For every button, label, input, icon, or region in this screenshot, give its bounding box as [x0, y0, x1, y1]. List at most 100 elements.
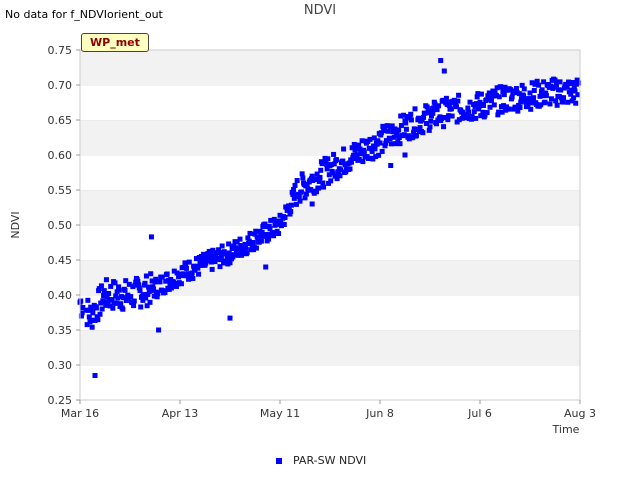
- data-point: [408, 117, 414, 123]
- data-point: [157, 279, 163, 285]
- x-tick-label: Apr 13: [162, 407, 199, 420]
- data-point: [110, 305, 116, 311]
- data-point: [298, 189, 304, 195]
- data-point: [116, 287, 122, 293]
- data-point: [183, 265, 189, 271]
- y-tick-label: 0.70: [48, 79, 73, 92]
- data-point: [441, 68, 447, 74]
- data-point: [430, 110, 436, 116]
- data-point: [131, 303, 137, 309]
- data-point: [372, 146, 378, 152]
- data-point: [122, 287, 128, 293]
- data-point: [281, 221, 287, 227]
- data-point: [521, 93, 527, 99]
- grid-band: [80, 365, 580, 400]
- data-point: [333, 157, 339, 163]
- data-point: [90, 310, 96, 316]
- data-point: [403, 126, 409, 132]
- data-point: [294, 178, 300, 184]
- data-point: [420, 130, 426, 136]
- data-point: [554, 102, 560, 108]
- x-tick-label: Mar 16: [61, 407, 99, 420]
- y-tick-label: 0.50: [48, 219, 73, 232]
- y-tick-label: 0.55: [48, 184, 73, 197]
- data-point: [388, 141, 394, 147]
- data-point: [209, 266, 215, 272]
- data-point: [496, 94, 502, 100]
- y-tick-label: 0.30: [48, 359, 73, 372]
- y-tick-label: 0.75: [48, 44, 73, 57]
- data-point: [247, 230, 253, 236]
- data-point: [271, 233, 277, 239]
- data-point: [402, 152, 408, 158]
- data-point: [438, 58, 444, 63]
- data-point: [484, 110, 490, 116]
- data-point: [501, 92, 507, 98]
- y-tick-label: 0.40: [48, 289, 73, 302]
- x-tick-label: Aug 3: [564, 407, 596, 420]
- x-axis-label: Time: [552, 423, 580, 436]
- data-point: [263, 264, 269, 270]
- data-point: [120, 306, 126, 312]
- data-point: [164, 271, 170, 277]
- data-point: [348, 159, 354, 165]
- data-point: [300, 175, 306, 181]
- data-point: [89, 324, 95, 330]
- data-point: [190, 275, 196, 281]
- data-point: [106, 291, 112, 297]
- data-point: [316, 185, 322, 191]
- x-tick-label: Jul 6: [467, 407, 492, 420]
- data-point: [547, 101, 553, 107]
- data-point: [473, 115, 479, 121]
- data-point: [196, 271, 202, 277]
- data-point: [309, 201, 315, 207]
- data-point: [387, 136, 393, 142]
- data-point: [325, 156, 331, 162]
- data-point: [95, 317, 101, 323]
- data-point: [101, 288, 107, 294]
- data-point: [103, 277, 109, 283]
- data-point: [266, 236, 272, 242]
- data-point: [138, 304, 144, 310]
- data-point: [548, 96, 554, 102]
- data-point: [258, 238, 264, 244]
- data-point: [552, 77, 558, 83]
- data-point: [424, 104, 430, 110]
- data-point: [148, 234, 154, 240]
- data-point: [253, 228, 259, 234]
- data-point: [317, 174, 323, 180]
- data-point: [337, 173, 343, 179]
- data-point: [412, 106, 418, 112]
- y-tick-label: 0.60: [48, 149, 73, 162]
- grid-band: [80, 120, 580, 155]
- data-point: [388, 163, 394, 168]
- data-point: [148, 271, 154, 277]
- data-point: [428, 118, 434, 124]
- data-point: [565, 99, 571, 105]
- data-point: [481, 102, 487, 108]
- y-axis-label: NDVI: [9, 211, 22, 238]
- x-tick-label: Jun 8: [365, 407, 394, 420]
- data-point: [328, 178, 334, 184]
- grid-band: [80, 190, 580, 225]
- data-point: [542, 99, 548, 105]
- data-point: [443, 95, 449, 101]
- data-point: [360, 159, 366, 165]
- data-point: [397, 141, 403, 147]
- data-point: [297, 198, 303, 204]
- data-point: [226, 241, 232, 247]
- data-point: [108, 283, 114, 289]
- data-point: [98, 283, 104, 289]
- data-point: [186, 259, 192, 265]
- data-point: [471, 109, 477, 115]
- data-point: [560, 99, 566, 105]
- grid-band: [80, 330, 580, 365]
- data-point: [487, 104, 493, 110]
- data-point: [341, 146, 347, 152]
- legend-label[interactable]: PAR-SW NDVI: [293, 454, 366, 467]
- y-tick-label: 0.25: [48, 394, 73, 407]
- station-badge: WP_met: [81, 33, 149, 52]
- data-point: [367, 136, 373, 142]
- data-point: [441, 124, 447, 130]
- data-point: [347, 166, 353, 172]
